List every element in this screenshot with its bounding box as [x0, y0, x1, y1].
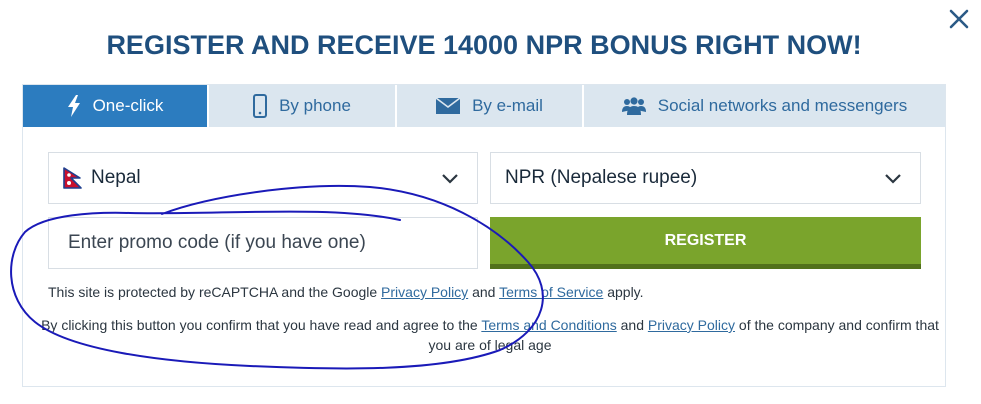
envelope-icon [436, 98, 461, 114]
tab-by-phone[interactable]: By phone [209, 85, 397, 127]
tab-one-click[interactable]: One-click [23, 85, 209, 127]
terms-and-conditions-link[interactable]: Terms and Conditions [481, 317, 616, 333]
tab-label: Social networks and messengers [657, 96, 908, 115]
chevron-down-icon [884, 172, 902, 190]
currency-select[interactable]: NPR (Nepalese rupee) [490, 152, 921, 204]
terms-of-service-link[interactable]: Terms of Service [499, 284, 603, 300]
consent-notice: By clicking this button you confirm that… [40, 315, 940, 355]
registration-tabs: One-click By phone By e-mail Social netw… [23, 85, 945, 127]
page-title: REGISTER AND RECEIVE 14000 NPR BONUS RIG… [106, 30, 862, 60]
tab-label: By e-mail [472, 96, 543, 115]
chevron-down-icon [441, 172, 459, 190]
recaptcha-text: and [468, 284, 500, 300]
promo-code-input[interactable] [48, 217, 478, 269]
tab-social-networks[interactable]: Social networks and messengers [584, 85, 945, 127]
nepal-flag-icon [63, 167, 83, 189]
tab-by-email[interactable]: By e-mail [397, 85, 584, 127]
people-icon [621, 97, 646, 115]
consent-text: and [616, 317, 648, 333]
currency-value: NPR (Nepalese rupee) [505, 167, 698, 188]
country-value: Nepal [91, 167, 141, 188]
tab-label: By phone [279, 96, 351, 115]
recaptcha-text: apply. [603, 284, 644, 300]
privacy-policy-link[interactable]: Privacy Policy [381, 284, 468, 300]
recaptcha-text: This site is protected by reCAPTCHA and … [48, 284, 382, 300]
privacy-policy-link[interactable]: Privacy Policy [648, 317, 735, 333]
lightning-icon [67, 95, 81, 117]
country-select[interactable]: Nepal [48, 152, 478, 204]
phone-icon [253, 94, 268, 118]
tab-label: One-click [92, 96, 164, 115]
register-button[interactable]: REGISTER [490, 217, 921, 269]
recaptcha-notice: This site is protected by reCAPTCHA and … [48, 282, 928, 302]
consent-text: By clicking this button you confirm that… [41, 317, 482, 333]
